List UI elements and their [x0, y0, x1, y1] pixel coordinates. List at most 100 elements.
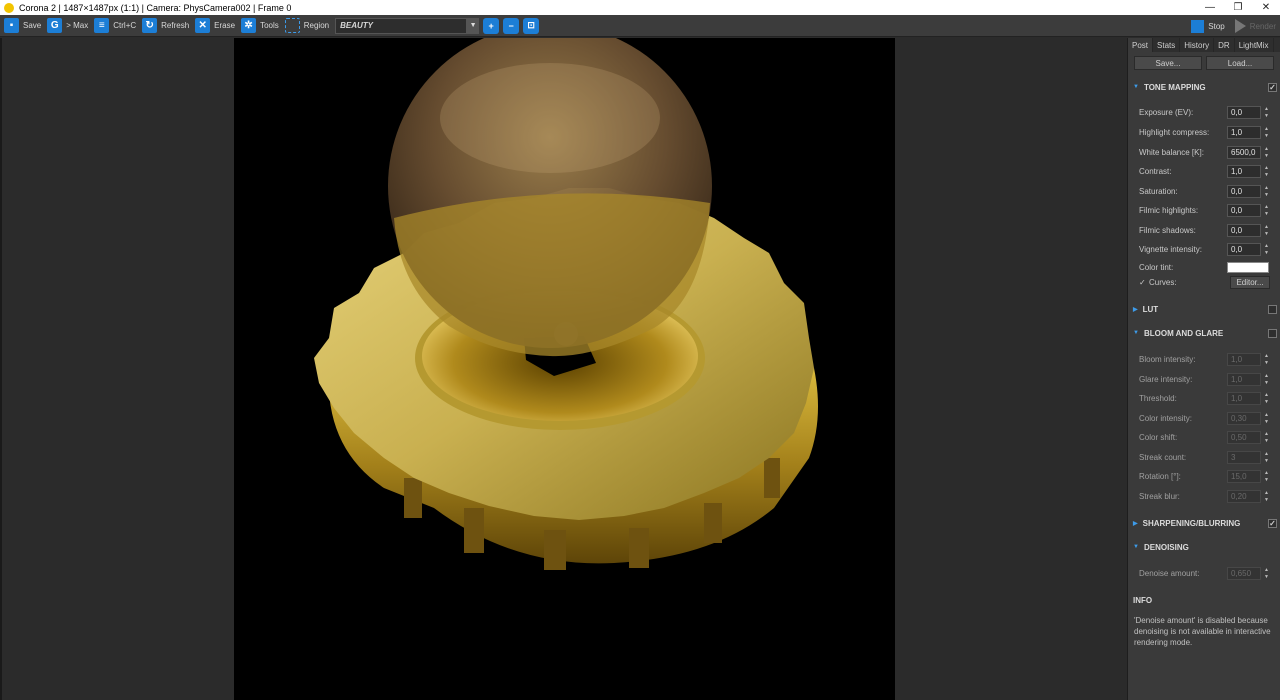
- threshold-row: Threshold: 1,0 ▲ ▼: [1128, 390, 1280, 406]
- curves-checkbox[interactable]: ✓: [1139, 278, 1146, 287]
- streak-count-spinner-icon[interactable]: ▲ ▼: [1264, 451, 1272, 464]
- bloom-glare-header[interactable]: ▼ BLOOM AND GLARE: [1128, 326, 1280, 340]
- vignette-intensity-label: Vignette intensity:: [1139, 244, 1203, 254]
- color-shift-input[interactable]: 0,50: [1227, 430, 1261, 444]
- glare-intensity-label: Glare intensity:: [1139, 374, 1193, 384]
- render-viewport[interactable]: [2, 38, 1127, 700]
- copy-button[interactable]: ≡ Ctrl+C: [94, 15, 136, 37]
- streak-blur-row: Streak blur: 0,20 ▲ ▼: [1128, 488, 1280, 504]
- filmic-shadows-input[interactable]: 0,0: [1227, 223, 1261, 237]
- window-title: Corona 2 | 1487×1487px (1:1) | Camera: P…: [19, 2, 292, 13]
- sharpening-header[interactable]: ▶ SHARPENING/BLURRING ✓: [1128, 516, 1280, 530]
- streak-count-label: Streak count:: [1139, 452, 1187, 462]
- vignette-intensity-spinner-icon[interactable]: ▲ ▼: [1264, 243, 1272, 256]
- saturation-row: Saturation: 0,0 ▲ ▼: [1128, 183, 1280, 199]
- exposure-spinner-icon[interactable]: ▲ ▼: [1264, 106, 1272, 119]
- lut-header[interactable]: ▶ LUT: [1128, 302, 1280, 316]
- denoise-amount-spinner-icon[interactable]: ▲ ▼: [1264, 567, 1272, 580]
- tab-dr[interactable]: DR: [1214, 38, 1235, 52]
- render-button[interactable]: Render: [1250, 22, 1276, 31]
- color-intensity-spinner-icon[interactable]: ▲ ▼: [1264, 412, 1272, 425]
- bloom-intensity-input[interactable]: 1,0: [1227, 352, 1261, 366]
- contrast-spinner-icon[interactable]: ▲ ▼: [1264, 165, 1272, 178]
- info-title: INFO: [1133, 596, 1153, 605]
- close-button[interactable]: ✕: [1252, 0, 1280, 15]
- threshold-spinner-icon[interactable]: ▲ ▼: [1264, 392, 1272, 405]
- post-processing-panel: Post Stats History DR LightMix Save... L…: [1127, 38, 1280, 700]
- denoise-amount-input[interactable]: 0,650: [1227, 566, 1261, 580]
- tab-stats[interactable]: Stats: [1153, 38, 1181, 52]
- erase-label: Erase: [214, 21, 236, 30]
- chevron-down-icon[interactable]: ▼: [467, 17, 480, 34]
- region-button[interactable]: Region: [284, 15, 329, 37]
- threshold-label: Threshold:: [1139, 393, 1177, 403]
- saturation-spinner-icon[interactable]: ▲ ▼: [1264, 185, 1272, 198]
- lut-title: LUT: [1142, 304, 1159, 314]
- glare-intensity-spinner-icon[interactable]: ▲ ▼: [1264, 373, 1272, 386]
- streak-count-input[interactable]: 3: [1227, 450, 1261, 464]
- refresh-icon: ↻: [142, 18, 158, 33]
- color-shift-row: Color shift: 0,50 ▲ ▼: [1128, 429, 1280, 445]
- stop-button[interactable]: Stop: [1208, 22, 1224, 31]
- tone-mapping-checkbox[interactable]: ✓: [1268, 83, 1277, 92]
- bloom-glare-title: BLOOM AND GLARE: [1143, 328, 1224, 338]
- save-button[interactable]: ▪ Save: [4, 15, 41, 37]
- refresh-label: Refresh: [161, 21, 190, 30]
- white-balance-spinner-icon[interactable]: ▲ ▼: [1264, 146, 1272, 159]
- tab-post[interactable]: Post: [1128, 38, 1154, 52]
- render-element-value: BEAUTY: [340, 21, 373, 30]
- highlight-compress-input[interactable]: 1,0: [1227, 125, 1261, 139]
- saturation-input[interactable]: 0,0: [1227, 184, 1261, 198]
- erase-button[interactable]: ✕ Erase: [195, 15, 235, 37]
- bloom-intensity-spinner-icon[interactable]: ▲ ▼: [1264, 353, 1272, 366]
- bloom-glare-checkbox[interactable]: [1268, 329, 1277, 338]
- filmic-highlights-spinner-icon[interactable]: ▲ ▼: [1264, 204, 1272, 217]
- lut-checkbox[interactable]: [1268, 305, 1277, 314]
- refresh-button[interactable]: ↻ Refresh: [142, 15, 189, 37]
- restore-button[interactable]: ❐: [1224, 0, 1252, 15]
- filmic-highlights-input[interactable]: 0,0: [1227, 203, 1261, 217]
- curves-editor-button[interactable]: Editor...: [1230, 275, 1270, 289]
- glare-intensity-input[interactable]: 1,0: [1227, 372, 1261, 386]
- filmic-highlights-row: Filmic highlights: 0,0 ▲ ▼: [1128, 202, 1280, 218]
- sharpening-checkbox[interactable]: ✓: [1268, 519, 1277, 528]
- tab-lightmix[interactable]: LightMix: [1235, 38, 1274, 52]
- render-element-select[interactable]: BEAUTY: [335, 17, 468, 34]
- tools-button[interactable]: ✲ Tools: [241, 15, 279, 37]
- panel-tabs: Post Stats History DR LightMix: [1128, 38, 1280, 52]
- send-to-max-icon: G: [47, 18, 63, 33]
- denoising-header[interactable]: ▼ DENOISING: [1128, 540, 1280, 554]
- exposure-input[interactable]: 0,0: [1227, 105, 1261, 119]
- streak-blur-input[interactable]: 0,20: [1227, 489, 1261, 503]
- zoom-fit-icon[interactable]: ⊡: [523, 17, 540, 34]
- preset-load-button[interactable]: Load...: [1206, 56, 1274, 70]
- contrast-input[interactable]: 1,0: [1227, 164, 1261, 178]
- color-tint-swatch[interactable]: [1227, 261, 1269, 273]
- zoom-in-icon[interactable]: +: [483, 17, 500, 34]
- tone-mapping-header[interactable]: ▼ TONE MAPPING ✓: [1128, 80, 1280, 94]
- preset-save-button[interactable]: Save...: [1134, 56, 1202, 70]
- minimize-button[interactable]: —: [1196, 0, 1224, 15]
- vignette-intensity-input[interactable]: 0,0: [1227, 242, 1261, 256]
- color-shift-spinner-icon[interactable]: ▲ ▼: [1264, 431, 1272, 444]
- white-balance-label: White balance [K]:: [1139, 147, 1204, 157]
- stop-icon[interactable]: [1191, 19, 1205, 33]
- curves-row: ✓ Curves: Editor...: [1128, 274, 1280, 290]
- zoom-out-icon[interactable]: −: [503, 17, 520, 34]
- corona-app-icon: [4, 2, 14, 13]
- tools-label: Tools: [260, 21, 279, 30]
- window-controls: — ❐ ✕: [1196, 0, 1280, 15]
- threshold-input[interactable]: 1,0: [1227, 391, 1261, 405]
- copy-label: Ctrl+C: [113, 21, 137, 30]
- max-button[interactable]: G > Max: [47, 15, 88, 37]
- streak-blur-spinner-icon[interactable]: ▲ ▼: [1264, 490, 1272, 503]
- denoising-title: DENOISING: [1143, 542, 1189, 552]
- rotation-input[interactable]: 15,0: [1227, 469, 1261, 483]
- white-balance-input[interactable]: 6500,0: [1227, 145, 1261, 159]
- rotation-spinner-icon[interactable]: ▲ ▼: [1264, 470, 1272, 483]
- tab-history[interactable]: History: [1180, 38, 1215, 52]
- filmic-shadows-spinner-icon[interactable]: ▲ ▼: [1264, 224, 1272, 237]
- color-intensity-input[interactable]: 0,30: [1227, 411, 1261, 425]
- highlight-compress-spinner-icon[interactable]: ▲ ▼: [1264, 126, 1272, 139]
- highlight-compress-row: Highlight compress: 1,0 ▲ ▼: [1128, 124, 1280, 140]
